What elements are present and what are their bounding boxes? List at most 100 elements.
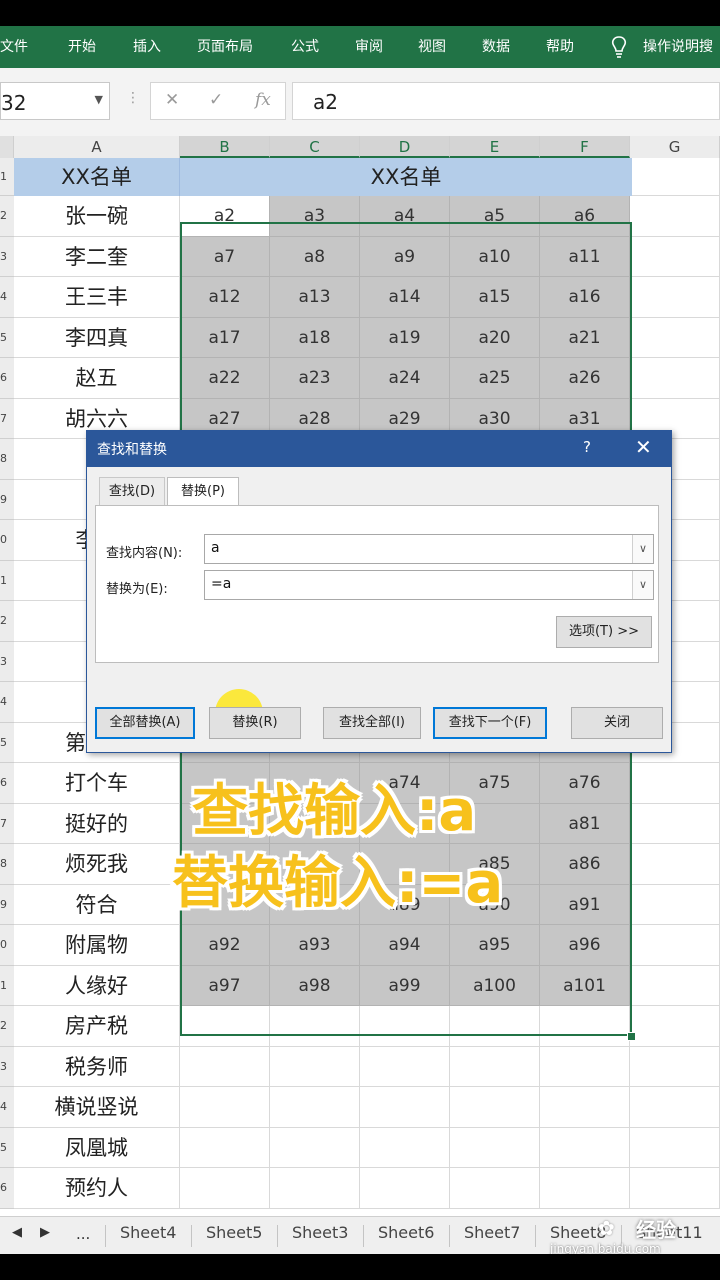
- row-number[interactable]: 3: [0, 236, 14, 277]
- row-number[interactable]: 2: [0, 601, 14, 642]
- empty-cell[interactable]: [270, 1168, 360, 1209]
- empty-cell[interactable]: [632, 158, 720, 196]
- column-header-d[interactable]: D: [360, 136, 450, 158]
- data-cell[interactable]: a16: [540, 277, 630, 318]
- empty-cell[interactable]: [540, 1006, 630, 1047]
- empty-cell[interactable]: [540, 1168, 630, 1209]
- row-number[interactable]: 7: [0, 398, 14, 439]
- name-cell[interactable]: 附属物: [14, 925, 180, 966]
- name-cell[interactable]: 烦死我: [14, 844, 180, 885]
- name-cell[interactable]: 凤凰城: [14, 1127, 180, 1168]
- empty-cell[interactable]: [540, 1127, 630, 1168]
- data-cell[interactable]: a5: [450, 196, 540, 237]
- data-cell[interactable]: a4: [360, 196, 450, 237]
- empty-cell[interactable]: [630, 965, 720, 1006]
- empty-cell[interactable]: [360, 1127, 450, 1168]
- empty-cell[interactable]: [630, 277, 720, 318]
- empty-cell[interactable]: [360, 1046, 450, 1087]
- drag-handle-icon[interactable]: ⋮: [126, 90, 140, 106]
- empty-cell[interactable]: [630, 803, 720, 844]
- select-all-corner[interactable]: [0, 136, 14, 158]
- name-cell[interactable]: 符合: [14, 884, 180, 925]
- empty-cell[interactable]: [180, 1087, 270, 1128]
- row-number[interactable]: 1: [0, 158, 14, 196]
- data-cell[interactable]: a17: [180, 317, 270, 358]
- row-number[interactable]: 6: [0, 358, 14, 399]
- row-number[interactable]: 8: [0, 844, 14, 885]
- sheet-next-icon[interactable]: ▶: [40, 1225, 50, 1240]
- empty-cell[interactable]: [450, 1127, 540, 1168]
- chevron-down-icon[interactable]: ∨: [632, 571, 653, 599]
- data-cell[interactable]: a20: [450, 317, 540, 358]
- data-cell[interactable]: a101: [540, 965, 630, 1006]
- name-box[interactable]: 32 ▼: [0, 82, 110, 120]
- name-cell[interactable]: 赵五: [14, 358, 180, 399]
- data-cell[interactable]: a21: [540, 317, 630, 358]
- name-cell[interactable]: 张一碗: [14, 196, 180, 237]
- data-cell[interactable]: a14: [360, 277, 450, 318]
- data-cell[interactable]: a96: [540, 925, 630, 966]
- sheet-tab-sheet4[interactable]: Sheet4: [120, 1223, 176, 1242]
- name-cell[interactable]: 李四真: [14, 317, 180, 358]
- replace-button[interactable]: 替换(R): [209, 707, 301, 739]
- empty-cell[interactable]: [450, 1046, 540, 1087]
- data-cell[interactable]: a76: [540, 763, 630, 804]
- empty-cell[interactable]: [180, 1046, 270, 1087]
- name-cell[interactable]: 李二奎: [14, 236, 180, 277]
- dialog-title-bar[interactable]: 查找和替换 ? ✕: [87, 431, 671, 467]
- merged-header-b1-f1[interactable]: XX名单: [180, 158, 632, 196]
- row-number[interactable]: 8: [0, 439, 14, 480]
- empty-cell[interactable]: [630, 317, 720, 358]
- empty-cell[interactable]: [360, 1006, 450, 1047]
- empty-cell[interactable]: [630, 925, 720, 966]
- replace-all-button[interactable]: 全部替换(A): [95, 707, 195, 739]
- close-icon[interactable]: ✕: [635, 435, 652, 459]
- column-header-f[interactable]: F: [540, 136, 630, 158]
- data-cell[interactable]: a98: [270, 965, 360, 1006]
- row-number[interactable]: 7: [0, 803, 14, 844]
- row-number[interactable]: 3: [0, 641, 14, 682]
- empty-cell[interactable]: [630, 1087, 720, 1128]
- empty-cell[interactable]: [630, 1006, 720, 1047]
- empty-cell[interactable]: [270, 1087, 360, 1128]
- data-cell[interactable]: a93: [270, 925, 360, 966]
- row-number[interactable]: 0: [0, 520, 14, 561]
- column-header-c[interactable]: C: [270, 136, 360, 158]
- chevron-down-icon[interactable]: ▼: [95, 93, 103, 106]
- row-number[interactable]: 4: [0, 682, 14, 723]
- empty-cell[interactable]: [450, 1006, 540, 1047]
- column-header-e[interactable]: E: [450, 136, 540, 158]
- sheet-tab-sheet7[interactable]: Sheet7: [464, 1223, 520, 1242]
- name-cell[interactable]: 人缘好: [14, 965, 180, 1006]
- empty-cell[interactable]: [630, 236, 720, 277]
- replace-with-input[interactable]: =a ∨: [204, 570, 654, 600]
- ribbon-tab-view[interactable]: 视图: [418, 26, 446, 68]
- column-header-b[interactable]: B: [180, 136, 270, 158]
- column-header-a[interactable]: A: [14, 136, 180, 158]
- row-number[interactable]: 5: [0, 722, 14, 763]
- data-cell[interactable]: a8: [270, 236, 360, 277]
- data-cell[interactable]: a22: [180, 358, 270, 399]
- insert-function-icon[interactable]: fx: [255, 90, 271, 110]
- find-what-input[interactable]: a ∨: [204, 534, 654, 564]
- tab-replace[interactable]: 替换(P): [167, 477, 239, 507]
- help-icon[interactable]: ?: [583, 438, 591, 456]
- column-header-g[interactable]: G: [630, 136, 720, 158]
- empty-cell[interactable]: [450, 1087, 540, 1128]
- sheet-tab-sheet6[interactable]: Sheet6: [378, 1223, 434, 1242]
- data-cell[interactable]: a24: [360, 358, 450, 399]
- lightbulb-icon[interactable]: [610, 36, 628, 58]
- empty-cell[interactable]: [450, 1168, 540, 1209]
- empty-cell[interactable]: [180, 1006, 270, 1047]
- fill-handle[interactable]: [627, 1032, 636, 1041]
- row-number[interactable]: 9: [0, 479, 14, 520]
- name-cell[interactable]: 挺好的: [14, 803, 180, 844]
- empty-cell[interactable]: [630, 844, 720, 885]
- empty-cell[interactable]: [360, 1087, 450, 1128]
- data-cell[interactable]: a19: [360, 317, 450, 358]
- ribbon-tab-file[interactable]: 文件: [0, 26, 28, 68]
- empty-cell[interactable]: [630, 1127, 720, 1168]
- data-cell[interactable]: a94: [360, 925, 450, 966]
- formula-input[interactable]: a2: [292, 82, 720, 120]
- name-cell[interactable]: 预约人: [14, 1168, 180, 1209]
